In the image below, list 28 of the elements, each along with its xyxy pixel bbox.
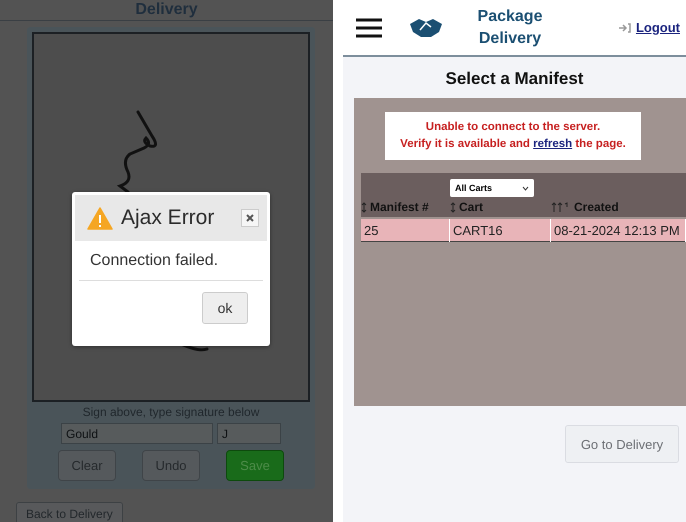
column-header[interactable]: Created — [574, 200, 619, 214]
page-title: Select a Manifest — [444, 69, 584, 89]
logout-link[interactable]: Logout — [618, 20, 680, 35]
go-to-delivery-button[interactable]: Go to Delivery — [565, 425, 679, 463]
sort-icon[interactable] — [450, 202, 456, 212]
signature-name-field[interactable]: J — [217, 423, 281, 444]
close-button[interactable] — [241, 209, 259, 227]
close-icon — [246, 214, 254, 222]
warning-icon — [87, 206, 113, 230]
sort-icon[interactable] — [361, 202, 367, 212]
table-row[interactable]: 25 CART16 08-21-2024 12:13 PM — [361, 217, 686, 242]
logout-icon — [618, 22, 631, 32]
dialog-message: Connection failed. — [79, 241, 263, 281]
table-cell: CART16 — [450, 219, 551, 242]
ok-button[interactable]: ok — [202, 292, 248, 324]
cart-filter-dropdown[interactable]: All Carts — [450, 179, 534, 197]
refresh-link[interactable]: refresh — [533, 138, 572, 150]
handshake-icon — [409, 18, 443, 38]
column-header[interactable]: Manifest # — [370, 200, 429, 214]
table-cell: 08-21-2024 12:13 PM — [551, 219, 686, 242]
column-header[interactable]: Cart — [459, 200, 484, 214]
table-cell: 25 — [361, 219, 450, 242]
signature-name-field[interactable]: Gould — [61, 423, 213, 444]
chevron-down-icon — [522, 186, 529, 190]
dialog-title: Ajax Error — [121, 206, 216, 230]
app-title: Package Delivery — [476, 6, 544, 48]
menu-button[interactable] — [355, 16, 383, 38]
error-message: Unable to connect to the server. Verify it is available and refresh the page. — [399, 120, 627, 152]
